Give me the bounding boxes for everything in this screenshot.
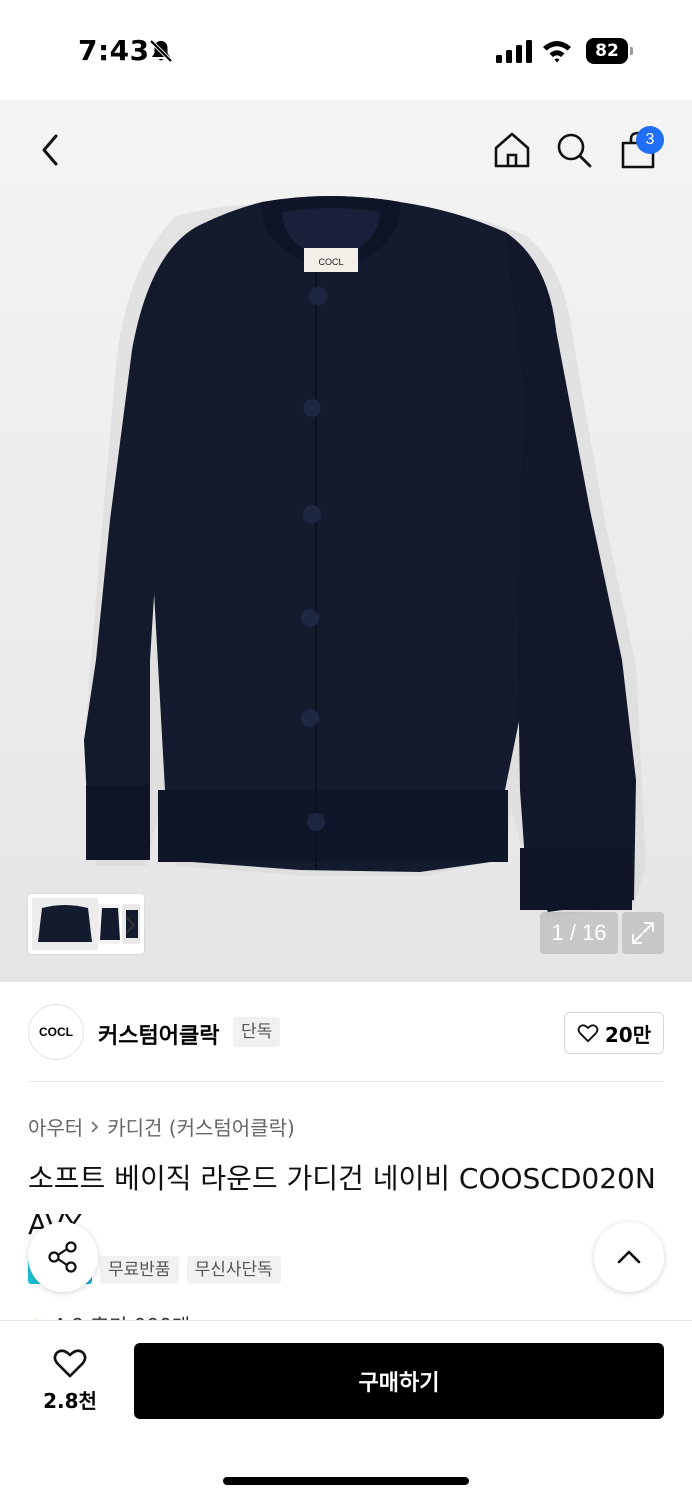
- signal-icon: [496, 40, 532, 63]
- divider: [28, 1081, 664, 1082]
- garment-label-text: COCL: [318, 257, 343, 267]
- breadcrumb: 아우터 카디건 (커스텀어클락): [28, 1112, 295, 1141]
- expand-button[interactable]: [622, 912, 664, 954]
- product-title: 소프트 베이직 라운드 가디건 네이비 COOSCD020NAVY: [28, 1162, 656, 1241]
- home-indicator: [223, 1477, 469, 1485]
- battery-level: 82: [586, 38, 628, 64]
- wifi-icon: [543, 41, 571, 63]
- back-chevron-icon: [42, 134, 58, 166]
- badge-free-return: 무료반품: [100, 1256, 179, 1284]
- product-image-gallery[interactable]: COCL: [0, 100, 692, 982]
- chevron-right-icon[interactable]: [122, 916, 138, 934]
- brand-name[interactable]: 커스텀어클락: [98, 1018, 219, 1050]
- search-icon: [557, 133, 592, 168]
- buy-button[interactable]: 구매하기: [134, 1343, 664, 1419]
- back-button[interactable]: [26, 126, 74, 174]
- heart-icon: [53, 1349, 87, 1378]
- share-icon: [48, 1241, 77, 1273]
- home-icon: [494, 132, 530, 168]
- cardigan-image: COCL: [84, 196, 646, 918]
- brand-row[interactable]: COCL 커스텀어클락 단독 20만: [0, 1000, 692, 1066]
- top-nav-bar: [0, 100, 692, 200]
- bell-slash-icon: [149, 39, 173, 63]
- breadcrumb-item-cardigan[interactable]: 카디건 (커스텀어클락): [107, 1112, 295, 1141]
- brand-like-button[interactable]: 20만: [564, 1012, 664, 1054]
- bottom-action-bar: 2.8천 구매하기: [0, 1320, 692, 1500]
- wishlist-count: 2.8천: [43, 1389, 97, 1413]
- search-button[interactable]: [550, 126, 598, 174]
- home-button[interactable]: [488, 126, 536, 174]
- status-bar: 7:43 82: [0, 0, 692, 100]
- image-page-counter: 1 / 16: [540, 912, 618, 954]
- brand-logo[interactable]: COCL: [28, 1004, 84, 1060]
- expand-arrows-icon: [632, 922, 654, 944]
- battery-icon: 82: [586, 38, 634, 64]
- chevron-right-icon: [91, 1120, 99, 1133]
- share-button[interactable]: [28, 1222, 98, 1292]
- brand-like-count: 20만: [604, 1022, 652, 1047]
- status-time: 7:43: [78, 34, 150, 67]
- battery-cap: [630, 47, 633, 55]
- cart-count-badge: 3: [636, 126, 664, 154]
- heart-icon: [577, 1024, 599, 1043]
- breadcrumb-item-outer[interactable]: 아우터: [28, 1112, 83, 1141]
- wishlist-button[interactable]: 2.8천: [30, 1347, 110, 1417]
- scroll-to-top-button[interactable]: [594, 1222, 664, 1292]
- chevron-up-icon: [617, 1250, 641, 1264]
- brand-exclusive-tag: 단독: [233, 1017, 281, 1047]
- badge-musinsa-exclusive: 무신사단독: [186, 1256, 281, 1284]
